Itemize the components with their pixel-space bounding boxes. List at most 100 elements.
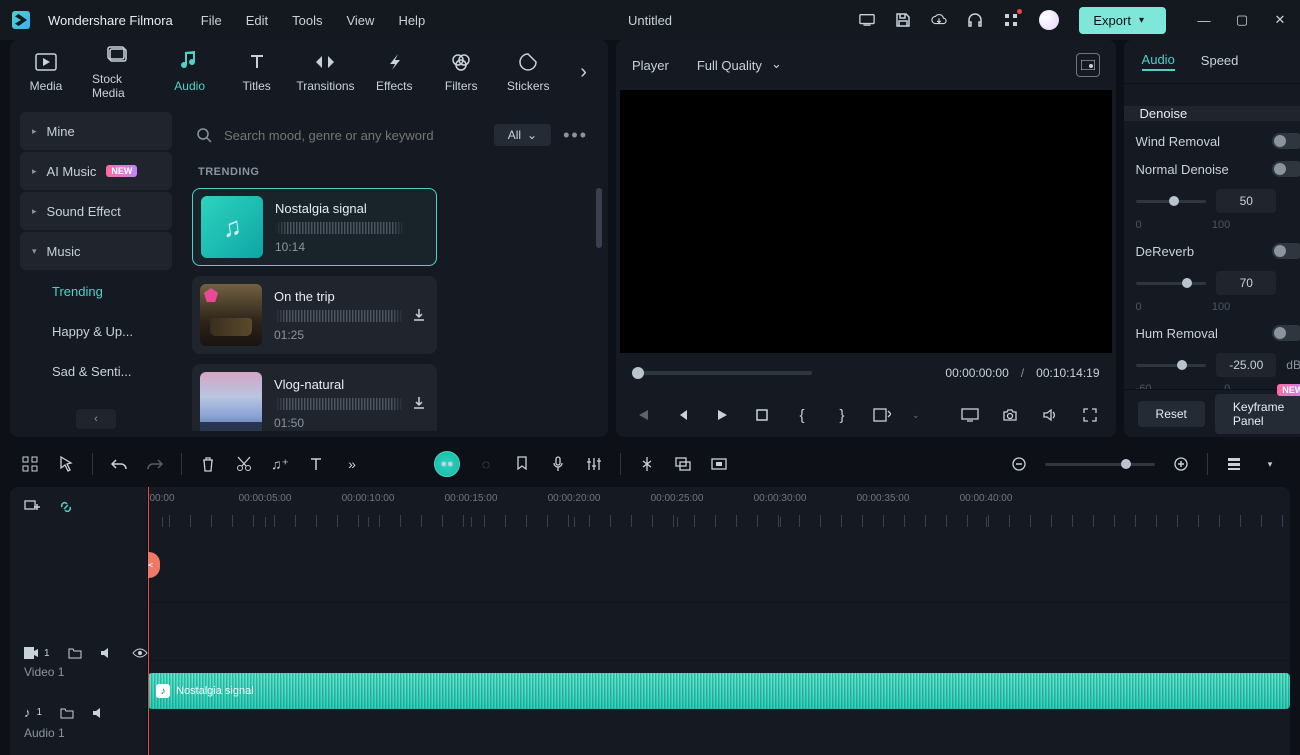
headphones-icon[interactable]: [967, 12, 983, 28]
save-icon[interactable]: [895, 12, 911, 28]
reset-button[interactable]: Reset: [1138, 401, 1205, 427]
filter-dropdown[interactable]: All⌄: [494, 124, 551, 146]
tabs-next-icon[interactable]: ›: [574, 60, 593, 84]
more-tools-icon[interactable]: »: [342, 454, 362, 474]
rtab-speed[interactable]: Speed: [1201, 53, 1239, 70]
hum-toggle[interactable]: [1272, 325, 1300, 341]
preview-viewport[interactable]: [620, 90, 1112, 353]
chevron-down-icon[interactable]: ⌄: [912, 410, 920, 421]
tab-stock-media[interactable]: Stock Media: [92, 44, 144, 100]
add-track-icon[interactable]: [24, 500, 40, 514]
hum-slider[interactable]: [1136, 364, 1207, 367]
beat-icon[interactable]: ♫⁺: [270, 454, 290, 474]
audio-lane[interactable]: ♪ Nostalgia signal: [148, 660, 1290, 718]
menu-tools[interactable]: Tools: [292, 13, 322, 28]
redo-icon[interactable]: [145, 454, 165, 474]
mark-in-icon[interactable]: {: [792, 405, 812, 425]
sidebar-sub-trending[interactable]: Trending: [20, 272, 172, 310]
maximize-icon[interactable]: ▢: [1234, 12, 1250, 28]
display-icon[interactable]: [960, 405, 980, 425]
track-item[interactable]: On the trip 01:25: [192, 276, 437, 354]
zoom-in-icon[interactable]: [1171, 454, 1191, 474]
text-icon[interactable]: [306, 454, 326, 474]
cursor-icon[interactable]: [56, 454, 76, 474]
collapse-sidebar-icon[interactable]: ‹: [76, 409, 116, 429]
video-lane[interactable]: [148, 602, 1290, 660]
apps-icon[interactable]: [1003, 12, 1019, 28]
tab-media[interactable]: Media: [25, 51, 67, 93]
marker-icon[interactable]: [512, 454, 532, 474]
folder-icon[interactable]: [60, 707, 74, 719]
crop-icon[interactable]: [673, 454, 693, 474]
value-box[interactable]: 70: [1216, 271, 1276, 295]
fullscreen-icon[interactable]: [1080, 405, 1100, 425]
zoom-out-icon[interactable]: [1009, 454, 1029, 474]
avatar[interactable]: [1039, 10, 1059, 30]
sidebar-sub-sad[interactable]: Sad & Senti...: [20, 352, 172, 390]
mark-out-icon[interactable]: }: [832, 405, 852, 425]
normal-denoise-toggle[interactable]: [1272, 161, 1300, 177]
render-icon[interactable]: ◌: [476, 454, 496, 474]
download-icon[interactable]: [409, 305, 429, 325]
menu-help[interactable]: Help: [398, 13, 425, 28]
sidebar-item-ai-music[interactable]: ▸AI MusicNEW: [20, 152, 172, 190]
ai-assistant-icon[interactable]: ●●: [434, 451, 460, 477]
step-back-icon[interactable]: [672, 405, 692, 425]
export-button[interactable]: Export▾: [1079, 7, 1166, 34]
volume-icon[interactable]: [1040, 405, 1060, 425]
dereverb-toggle[interactable]: [1272, 243, 1300, 259]
split-icon[interactable]: [637, 454, 657, 474]
audio-clip[interactable]: ♪ Nostalgia signal: [148, 673, 1290, 709]
tab-filters[interactable]: Filters: [440, 51, 482, 93]
play-icon[interactable]: [712, 405, 732, 425]
time-ruler[interactable]: 00:0000:00:05:0000:00:10:0000:00:15:0000…: [148, 487, 1290, 527]
download-icon[interactable]: [409, 393, 429, 413]
track-item[interactable]: Vlog-natural 01:50: [192, 364, 437, 431]
delete-icon[interactable]: [198, 454, 218, 474]
mute-icon[interactable]: [100, 647, 114, 659]
value-box[interactable]: -25.00: [1216, 353, 1276, 377]
menu-edit[interactable]: Edit: [246, 13, 268, 28]
quality-dropdown[interactable]: Full Quality: [687, 54, 790, 77]
link-icon[interactable]: [58, 499, 74, 515]
sidebar-item-mine[interactable]: ▸Mine: [20, 112, 172, 150]
cut-icon[interactable]: [234, 454, 254, 474]
tab-audio[interactable]: Audio: [169, 51, 211, 93]
sidebar-item-music[interactable]: ▾Music: [20, 232, 172, 270]
eye-icon[interactable]: [132, 648, 148, 658]
wind-toggle[interactable]: [1272, 133, 1300, 149]
sidebar-sub-happy[interactable]: Happy & Up...: [20, 312, 172, 350]
track-item[interactable]: ♫ Nostalgia signal 10:14: [192, 188, 437, 266]
cloud-icon[interactable]: [931, 12, 947, 28]
search-input[interactable]: [224, 128, 482, 143]
options-icon[interactable]: ▾: [1260, 454, 1280, 474]
mic-icon[interactable]: [548, 454, 568, 474]
minimize-icon[interactable]: —: [1196, 12, 1212, 28]
camera-icon[interactable]: [1000, 405, 1020, 425]
sidebar-item-sound-effect[interactable]: ▸Sound Effect: [20, 192, 172, 230]
device-icon[interactable]: [859, 12, 875, 28]
mixer-icon[interactable]: [584, 454, 604, 474]
value-box[interactable]: 50: [1216, 189, 1276, 213]
rtab-audio[interactable]: Audio: [1142, 52, 1175, 71]
mute-icon[interactable]: [92, 707, 106, 719]
normal-denoise-slider[interactable]: [1136, 200, 1207, 203]
close-icon[interactable]: ✕: [1272, 12, 1288, 28]
ratio-icon[interactable]: [872, 405, 892, 425]
track-height-icon[interactable]: [1224, 454, 1244, 474]
prev-frame-icon[interactable]: [632, 405, 652, 425]
keyframe-panel-button[interactable]: Keyframe Panel: [1215, 394, 1300, 434]
more-icon[interactable]: •••: [563, 125, 588, 146]
menu-file[interactable]: File: [201, 13, 222, 28]
grid-icon[interactable]: [20, 454, 40, 474]
tab-effects[interactable]: Effects: [373, 51, 415, 93]
snapshot-setting-icon[interactable]: [1076, 53, 1100, 77]
fit-icon[interactable]: [709, 454, 729, 474]
scrollbar[interactable]: [596, 188, 602, 248]
menu-view[interactable]: View: [346, 13, 374, 28]
zoom-slider[interactable]: [1045, 463, 1155, 466]
tab-stickers[interactable]: Stickers: [507, 51, 549, 93]
tab-transitions[interactable]: Transitions: [303, 51, 349, 93]
scrub-bar[interactable]: [632, 371, 812, 375]
tab-titles[interactable]: Titles: [236, 51, 278, 93]
